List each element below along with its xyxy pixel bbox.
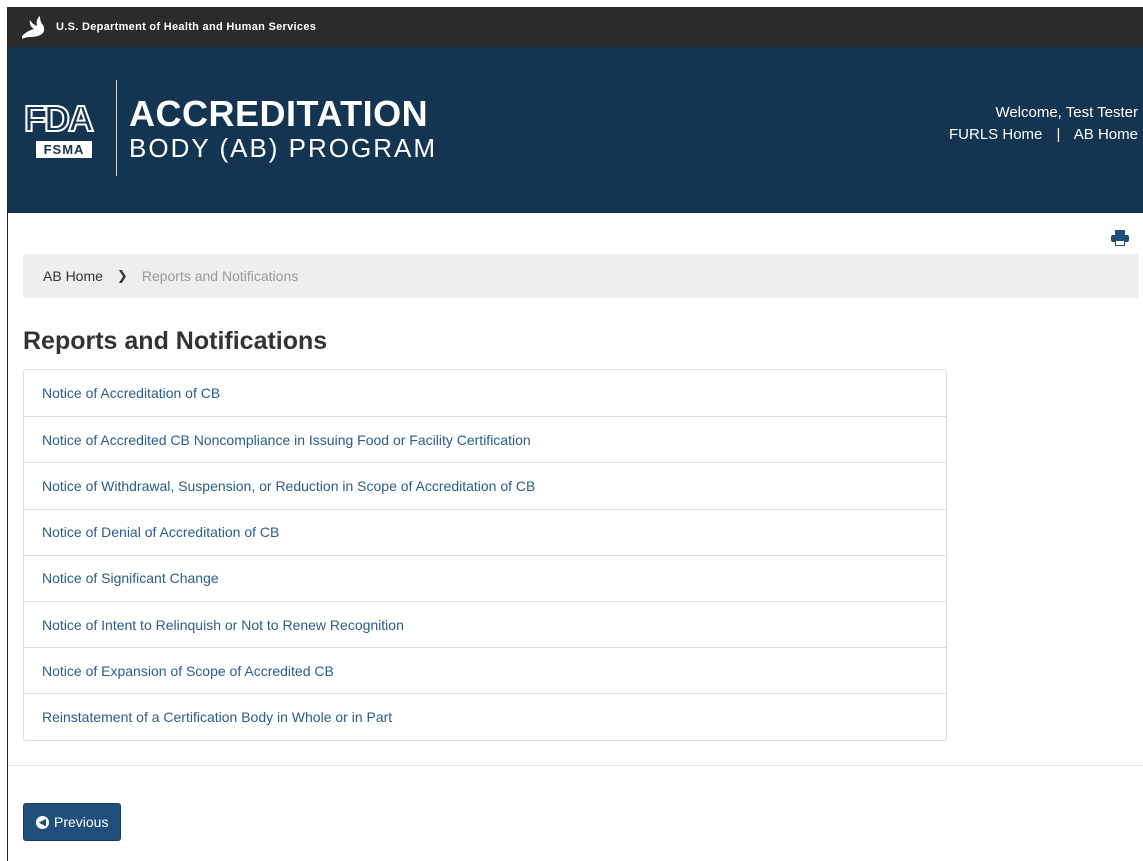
breadcrumb-home[interactable]: AB Home (43, 268, 103, 284)
report-link[interactable]: Notice of Significant Change (42, 570, 219, 586)
breadcrumb: AB Home ❯ Reports and Notifications (23, 254, 1139, 298)
fda-logo-mark: FDA (24, 99, 97, 137)
fda-logo: FDA FSMA (22, 99, 106, 158)
report-link[interactable]: Notice of Accreditation of CB (42, 385, 220, 401)
page-title: Reports and Notifications (23, 327, 328, 355)
hhs-department-name: U.S. Department of Health and Human Serv… (56, 21, 317, 33)
list-item: Reinstatement of a Certification Body in… (24, 693, 946, 739)
program-logo: FDA FSMA ACCREDITATION BODY (AB) PROGRAM (22, 80, 437, 176)
link-separator: | (1056, 126, 1061, 143)
list-item: Notice of Accredited CB Noncompliance in… (24, 416, 946, 462)
hhs-eagle-icon (22, 16, 45, 39)
list-item: Notice of Denial of Accreditation of CB (24, 508, 946, 555)
user-area: Welcome, Test Tester FURLS Home | AB Hom… (949, 104, 1138, 143)
report-link[interactable]: Reinstatement of a Certification Body in… (42, 709, 392, 725)
report-link[interactable]: Notice of Accredited CB Noncompliance in… (42, 432, 531, 448)
reports-link-list: Notice of Accreditation of CB Notice of … (23, 369, 947, 741)
breadcrumb-current: Reports and Notifications (141, 268, 299, 284)
list-item: Notice of Expansion of Scope of Accredit… (24, 647, 946, 693)
fsma-badge: FSMA (35, 140, 93, 158)
report-link[interactable]: Notice of Expansion of Scope of Accredit… (42, 663, 334, 679)
divider (8, 765, 1143, 766)
report-link[interactable]: Notice of Withdrawal, Suspension, or Red… (42, 478, 535, 494)
page-frame: U.S. Department of Health and Human Serv… (7, 7, 1143, 861)
report-link[interactable]: Notice of Intent to Relinquish or Not to… (42, 617, 404, 633)
report-link[interactable]: Notice of Denial of Accreditation of CB (42, 524, 279, 540)
chevron-right-icon: ❯ (116, 268, 128, 283)
site-header: FDA FSMA ACCREDITATION BODY (AB) PROGRAM… (8, 47, 1143, 213)
previous-button-label: Previous (54, 814, 109, 830)
hhs-top-bar: U.S. Department of Health and Human Serv… (8, 7, 1143, 47)
program-title-line1: ACCREDITATION (129, 92, 429, 134)
print-icon[interactable] (1111, 230, 1129, 246)
list-item: Notice of Accreditation of CB (24, 370, 946, 416)
welcome-text: Welcome, Test Tester (995, 104, 1138, 121)
circle-arrow-left-icon: ◀ (36, 815, 49, 829)
program-title: ACCREDITATION BODY (AB) PROGRAM (129, 92, 438, 163)
list-item: Notice of Withdrawal, Suspension, or Red… (24, 462, 946, 508)
header-links: FURLS Home | AB Home (949, 126, 1138, 143)
program-title-line2: BODY (AB) PROGRAM (129, 132, 438, 163)
list-item: Notice of Significant Change (24, 554, 946, 601)
previous-button[interactable]: ◀ Previous (23, 803, 122, 841)
ab-home-link[interactable]: AB Home (1074, 126, 1138, 143)
list-item: Notice of Intent to Relinquish or Not to… (24, 600, 946, 647)
logo-divider (116, 80, 117, 176)
furls-home-link[interactable]: FURLS Home (949, 126, 1042, 143)
svg-text:FDA: FDA (24, 99, 94, 137)
